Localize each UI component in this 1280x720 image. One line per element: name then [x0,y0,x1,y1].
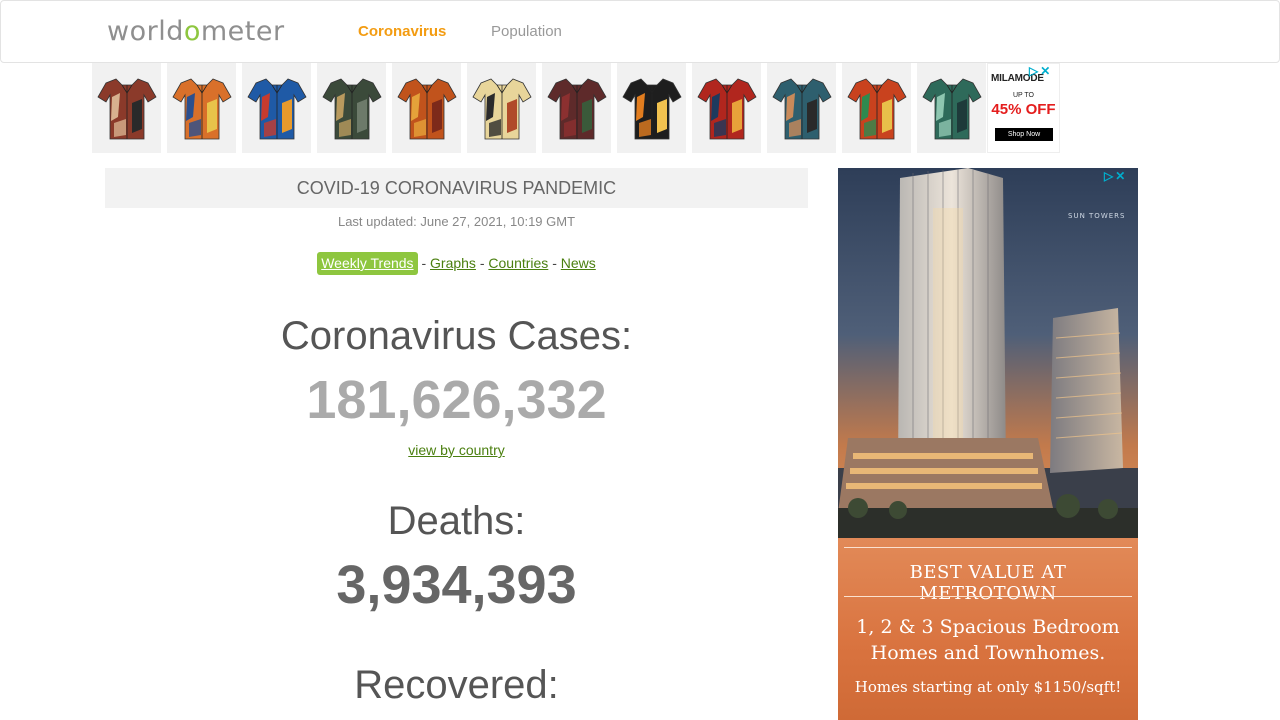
side-ad-rule [844,547,1132,548]
cases-heading: Coronavirus Cases: [280,314,633,358]
deaths-heading: Deaths: [387,499,526,543]
view-by-country-container: view by country [105,441,808,459]
link-separator: - [421,255,427,271]
view-by-country-link[interactable]: view by country [408,442,504,458]
promo-discount: 45% OFF [991,101,1056,118]
shirt-product-image[interactable] [917,63,986,153]
side-ad-building-image [838,168,1138,538]
top-banner-ad[interactable]: MILAMODE UP TO 45% OFF Shop Now ▷ ✕ [91,63,1061,153]
shirt-product-image[interactable] [317,63,386,153]
side-ad-line-2: Homes and Townhomes. [870,642,1106,664]
news-link[interactable]: News [561,255,596,271]
shirt-product-image[interactable] [542,63,611,153]
section-links: Weekly Trends - Graphs - Countries - New… [105,251,808,275]
logo-text-world: world [107,16,184,47]
worldometer-logo[interactable]: worldometer [107,17,285,47]
side-ad-brand: SUN TOWERS [1068,212,1126,220]
shirt-product-image[interactable] [842,63,911,153]
side-ad-headline: BEST VALUE AT METROTOWN [909,562,1067,604]
close-icon[interactable]: ✕ [1115,169,1125,183]
nav-link-population[interactable]: Population [491,23,562,41]
side-ad-price: Homes starting at only $1150/sqft! [854,678,1122,696]
side-ad-body: 1, 2 & 3 Spacious Bedroom Homes and Town… [838,614,1138,666]
deaths-counter: 3,934,393 [336,555,577,615]
recovered-heading: Recovered: [354,663,559,707]
shirt-product-image[interactable] [167,63,236,153]
cases-counter: 181,626,332 [306,370,607,430]
logo-text-o: o [183,16,201,47]
close-icon[interactable]: ✕ [1040,64,1050,78]
shirt-product-image[interactable] [392,63,461,153]
side-ad-choices[interactable]: ▷ ✕ [1104,169,1125,183]
link-separator: - [552,255,557,271]
side-ad-rule [844,596,1132,597]
nav-link-coronavirus[interactable]: Coronavirus [358,23,446,41]
shirt-product-image[interactable] [767,63,836,153]
side-ad-text-panel: BEST VALUE AT METROTOWN 1, 2 & 3 Spaciou… [838,538,1138,720]
shirt-product-image[interactable] [92,63,161,153]
page-title: COVID-19 CORONAVIRUS PANDEMIC [105,168,808,208]
shirt-product-image[interactable] [242,63,311,153]
promo-upto: UP TO [1012,92,1034,99]
banner-ad-choices[interactable]: ▷ ✕ [1029,64,1050,78]
top-navbar: worldometer Coronavirus Population [0,0,1280,63]
last-updated-text: Last updated: June 27, 2021, 10:19 GMT [337,214,576,229]
side-ad-line-1: 1, 2 & 3 Spacious Bedroom [856,616,1120,638]
logo-text-meter: meter [200,16,285,47]
graphs-link[interactable]: Graphs [430,255,476,271]
shirt-product-image[interactable] [692,63,761,153]
ad-choices-icon[interactable]: ▷ [1029,64,1038,78]
shirt-product-image[interactable] [617,63,686,153]
weekly-trends-link[interactable]: Weekly Trends [317,252,418,275]
ad-choices-icon[interactable]: ▷ [1104,169,1113,183]
side-ad-sun-towers[interactable]: SUN TOWERS ▷ ✕ BEST VALUE AT METROTOWN 1… [838,168,1138,720]
countries-link[interactable]: Countries [488,255,548,271]
link-separator: - [479,255,485,271]
shirt-product-image[interactable] [467,63,536,153]
shop-now-button[interactable]: Shop Now [995,128,1053,141]
